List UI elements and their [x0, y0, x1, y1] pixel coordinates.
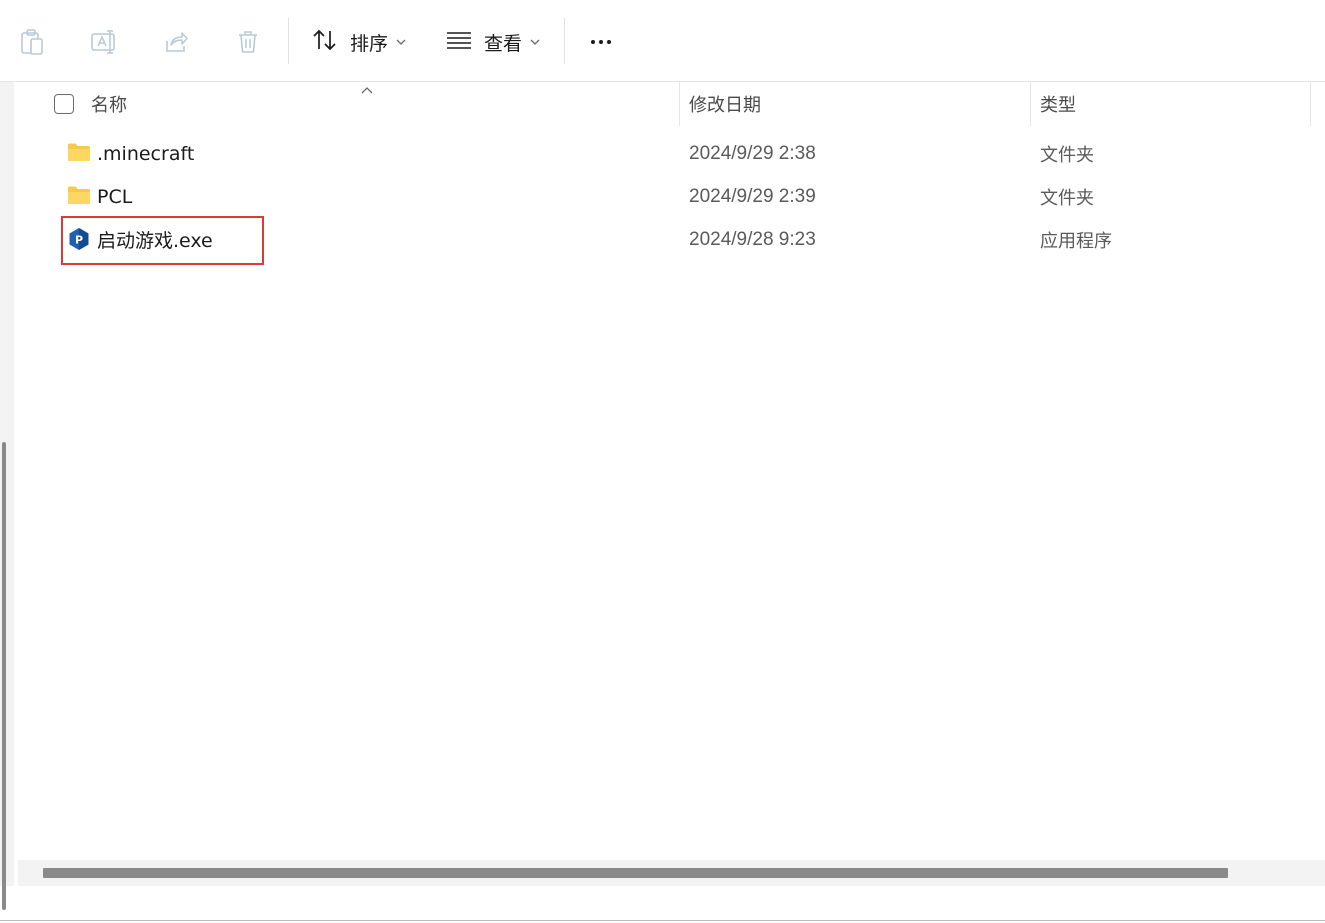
column-type[interactable]: 类型 — [1040, 82, 1076, 126]
chevron-down-icon — [396, 33, 406, 51]
file-name: .minecraft — [97, 142, 195, 165]
toolbar-divider — [564, 18, 565, 64]
left-scroll-track — [0, 82, 14, 910]
column-divider[interactable] — [1310, 82, 1311, 126]
sort-label: 排序 — [350, 32, 389, 55]
column-divider[interactable] — [1030, 82, 1031, 126]
highlight-box — [61, 216, 264, 265]
view-label: 查看 — [484, 32, 523, 55]
file-type: 文件夹 — [1040, 187, 1094, 209]
delete-icon[interactable] — [228, 22, 268, 62]
horizontal-scrollbar[interactable] — [18, 860, 1325, 886]
toolbar-divider — [288, 18, 289, 64]
column-header: 名称 修改日期 类型 — [14, 82, 1325, 126]
file-modified: 2024/9/29 2:38 — [689, 142, 816, 164]
column-modified[interactable]: 修改日期 — [689, 82, 761, 126]
sort-button[interactable]: 排序 — [312, 22, 406, 62]
view-button[interactable]: 查看 — [446, 22, 540, 62]
file-row-pcl[interactable]: PCL 2024/9/29 2:39 文件夹 — [14, 175, 1325, 218]
sort-icon — [312, 28, 338, 57]
column-divider[interactable] — [679, 82, 680, 126]
folder-icon — [67, 142, 91, 164]
column-name[interactable]: 名称 — [91, 82, 127, 126]
file-name: PCL — [97, 185, 133, 208]
more-options-icon[interactable] — [583, 22, 619, 62]
command-bar: 排序 查看 — [0, 0, 1325, 82]
select-all-checkbox[interactable] — [54, 94, 74, 114]
share-icon[interactable] — [156, 22, 196, 62]
rename-icon[interactable] — [84, 22, 124, 62]
file-row-minecraft[interactable]: .minecraft 2024/9/29 2:38 文件夹 — [14, 132, 1325, 175]
chevron-down-icon — [530, 33, 540, 51]
file-type: 文件夹 — [1040, 144, 1094, 166]
paste-icon[interactable] — [12, 22, 52, 62]
horizontal-scroll-thumb[interactable] — [43, 868, 1228, 878]
folder-icon — [67, 185, 91, 207]
file-type: 应用程序 — [1040, 230, 1112, 252]
left-scroll-thumb[interactable] — [2, 442, 6, 910]
bottom-divider — [0, 920, 1325, 921]
file-modified: 2024/9/28 9:23 — [689, 228, 816, 250]
file-modified: 2024/9/29 2:39 — [689, 185, 816, 207]
view-list-icon — [446, 30, 472, 55]
sort-ascending-icon — [360, 82, 374, 94]
